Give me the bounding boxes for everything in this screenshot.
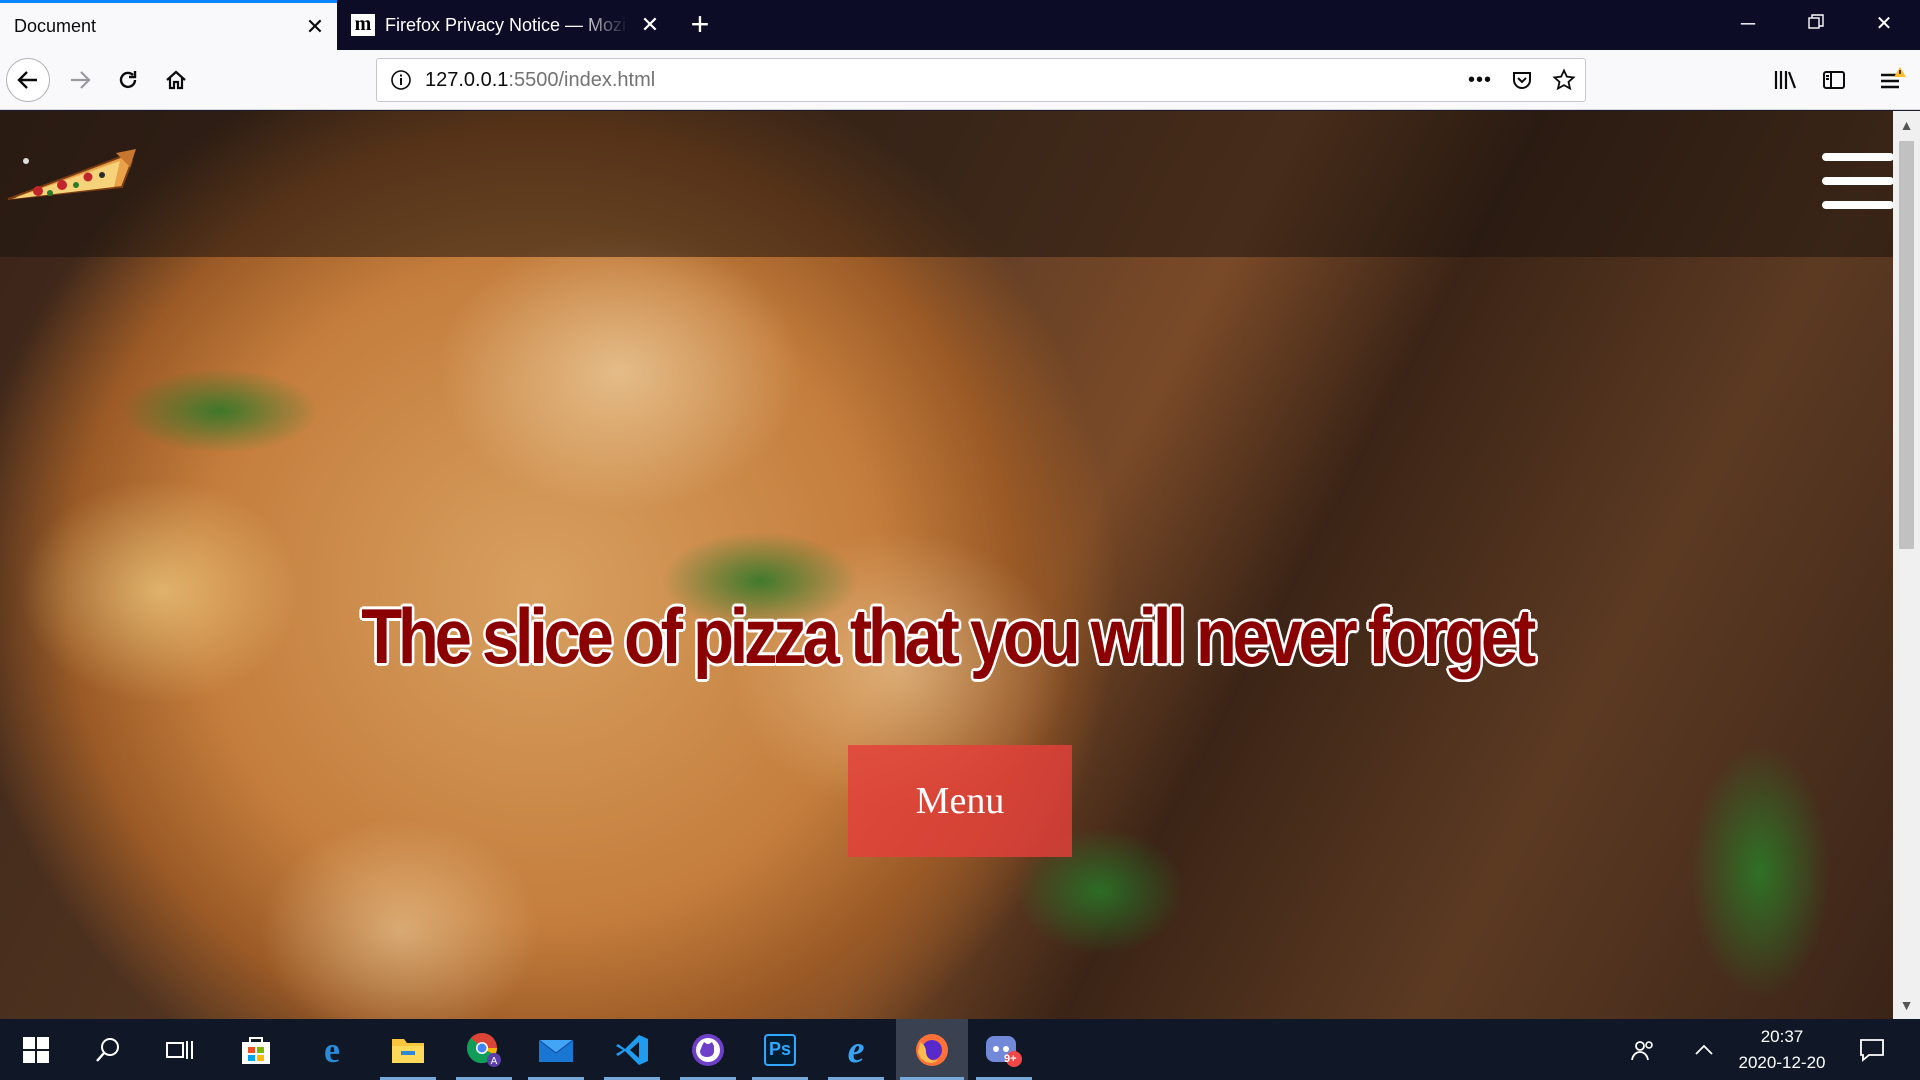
mozilla-favicon-icon: m: [351, 14, 375, 36]
tab-document[interactable]: Document ✕: [0, 0, 337, 50]
chrome-app[interactable]: A: [452, 1019, 516, 1080]
file-explorer-app[interactable]: [376, 1019, 440, 1080]
mail-app[interactable]: [524, 1019, 588, 1080]
firefox-app[interactable]: [896, 1019, 968, 1080]
reload-icon: [119, 71, 137, 89]
github-desktop-app[interactable]: [676, 1019, 740, 1080]
site-info-icon[interactable]: [377, 69, 425, 91]
windows-logo-icon: [23, 1036, 49, 1063]
back-button[interactable]: [6, 58, 50, 102]
pocket-button[interactable]: [1501, 69, 1543, 91]
edge-icon: e: [324, 1029, 340, 1070]
sidebar-icon: [1823, 71, 1845, 89]
scroll-up-arrow-icon[interactable]: ▲: [1893, 111, 1920, 139]
edge-app[interactable]: e: [300, 1019, 364, 1080]
hamburger-bar: [1822, 153, 1893, 161]
pocket-icon: [1513, 72, 1531, 89]
hamburger-bar: [1822, 177, 1893, 185]
show-hidden-icons-button[interactable]: [1684, 1019, 1724, 1080]
scrollbar-thumb[interactable]: [1899, 141, 1914, 549]
clock-date: 2020-12-20: [1738, 1053, 1826, 1072]
hamburger-bar: [1822, 201, 1893, 209]
url-path: :5500/index.html: [508, 68, 656, 91]
action-center-button[interactable]: [1844, 1019, 1900, 1080]
minimize-button[interactable]: ─: [1714, 0, 1782, 50]
store-bag-icon: [242, 1036, 270, 1064]
tab-title: Firefox Privacy Notice — Mozilla: [385, 14, 628, 35]
vscode-app[interactable]: [600, 1019, 664, 1080]
page-hero: The slice of pizza that you will never f…: [0, 111, 1893, 1019]
hero-headline: The slice of pizza that you will never f…: [361, 592, 1536, 680]
back-arrow-icon: [17, 71, 37, 89]
more-dots-icon: •••: [1467, 68, 1492, 91]
search-button[interactable]: [76, 1019, 140, 1080]
home-icon: [166, 70, 186, 90]
chevron-up-icon: [1695, 1044, 1713, 1055]
vertical-scrollbar[interactable]: ▲ ▼: [1893, 111, 1920, 1019]
close-tab-icon[interactable]: ✕: [293, 14, 337, 40]
library-icon: [1774, 71, 1797, 89]
mail-icon: [538, 1039, 574, 1062]
scroll-down-arrow-icon[interactable]: ▼: [1893, 991, 1920, 1019]
sidebar-toggle-button[interactable]: [1812, 58, 1856, 102]
task-view-icon: [166, 1040, 193, 1059]
photoshop-icon: Ps: [764, 1033, 796, 1066]
firefox-icon: [916, 1033, 948, 1066]
tab-title: Document: [14, 16, 97, 36]
app-menu-button[interactable]: [1870, 58, 1916, 102]
close-window-button[interactable]: ✕: [1850, 0, 1918, 50]
site-header: [0, 111, 1893, 257]
people-icon: [1631, 1040, 1653, 1060]
home-button[interactable]: [154, 58, 198, 102]
bookmark-button[interactable]: [1543, 68, 1585, 92]
tab-privacy-notice[interactable]: m Firefox Privacy Notice — Mozilla ✕: [337, 0, 672, 50]
tab-strip: Document ✕ m Firefox Privacy Notice — Mo…: [0, 0, 1920, 50]
discord-app[interactable]: 9+: [972, 1019, 1036, 1080]
close-tab-icon[interactable]: ✕: [628, 12, 672, 38]
star-icon: [1552, 68, 1576, 91]
search-icon: [96, 1037, 119, 1062]
url-host: 127.0.0.1: [425, 68, 509, 91]
page-actions-button[interactable]: •••: [1459, 69, 1501, 92]
site-menu-toggle[interactable]: [1822, 153, 1893, 213]
pizza-slice-logo[interactable]: [4, 141, 136, 211]
chrome-icon: A: [466, 1032, 501, 1067]
clock-time: 20:37: [1760, 1027, 1804, 1046]
task-view-button[interactable]: [148, 1019, 212, 1080]
restore-icon: [1808, 14, 1824, 29]
url-bar[interactable]: 127.0.0.1:5500/index.html •••: [376, 58, 1586, 102]
people-button[interactable]: [1620, 1019, 1668, 1080]
photoshop-app[interactable]: Ps: [748, 1019, 812, 1080]
discord-badge: 9+: [1004, 1053, 1017, 1065]
library-button[interactable]: [1764, 58, 1808, 102]
navigation-toolbar: 127.0.0.1:5500/index.html •••: [0, 50, 1920, 110]
hamburger-menu-icon: [1881, 67, 1906, 89]
notification-icon: [1860, 1038, 1884, 1062]
github-icon: [692, 1033, 724, 1066]
vscode-icon: [616, 1034, 648, 1065]
forward-arrow-icon: [71, 71, 91, 89]
start-button[interactable]: [4, 1019, 68, 1080]
pizza-slice-icon: [7, 149, 136, 200]
folder-icon: [392, 1038, 424, 1063]
new-tab-button[interactable]: +: [680, 0, 720, 50]
internet-explorer-app[interactable]: e: [824, 1019, 888, 1080]
svg-text:A: A: [491, 1056, 498, 1067]
clock[interactable]: 20:37 2020-12-20: [1720, 1024, 1844, 1076]
forward-button[interactable]: [58, 58, 102, 102]
windows-taskbar: e A Ps e 9+ 20:37 2020-12-20: [0, 1019, 1920, 1080]
restore-button[interactable]: [1782, 0, 1850, 50]
ie-icon: e: [847, 1028, 865, 1071]
url-text[interactable]: 127.0.0.1:5500/index.html: [425, 69, 1459, 92]
menu-button[interactable]: Menu: [848, 745, 1072, 857]
reload-button[interactable]: [106, 58, 150, 102]
microsoft-store-app[interactable]: [224, 1019, 288, 1080]
